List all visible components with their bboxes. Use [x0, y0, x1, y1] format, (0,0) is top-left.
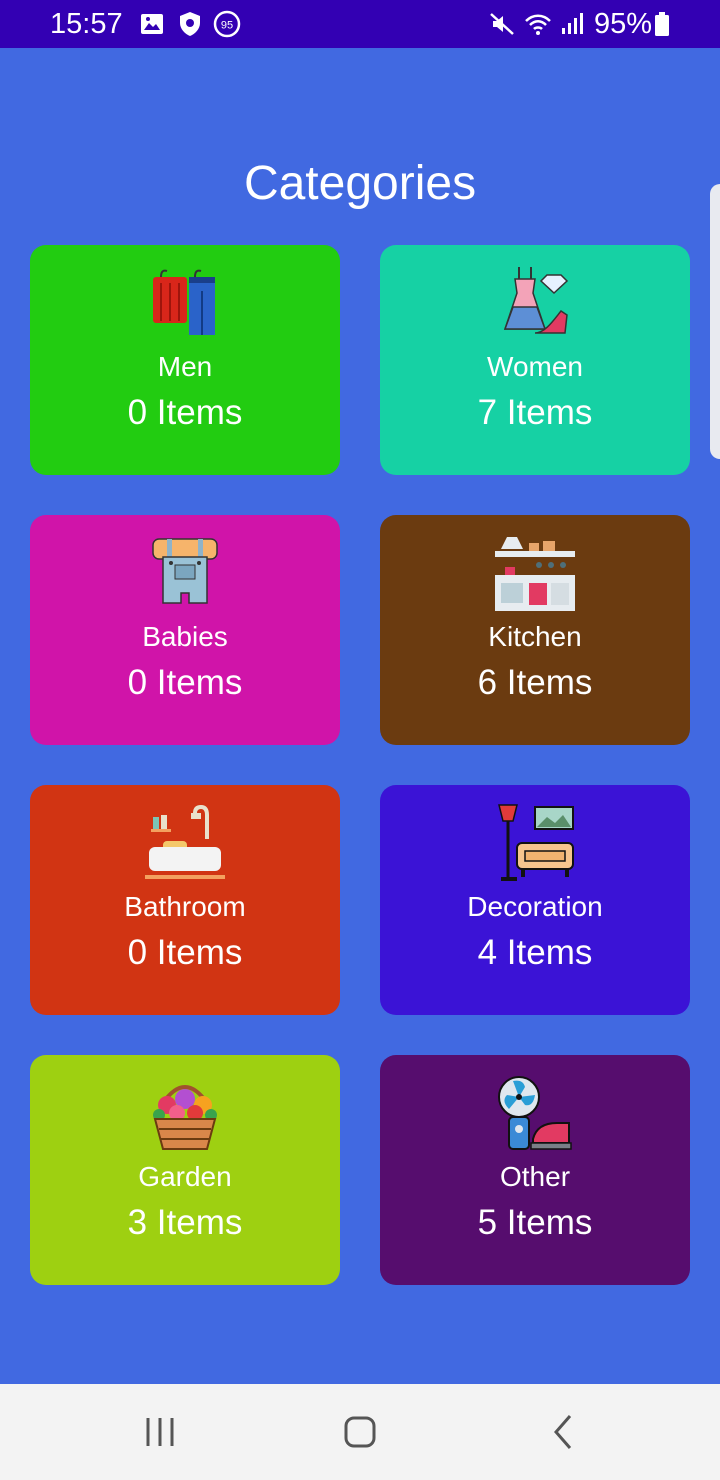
home-icon[interactable]	[330, 1402, 390, 1462]
dress-icon	[503, 267, 569, 334]
category-count: 3 Items	[127, 1203, 243, 1242]
status-time: 15:57	[50, 8, 123, 40]
baby-overalls-icon	[152, 538, 218, 604]
back-icon[interactable]	[532, 1402, 592, 1462]
recents-icon[interactable]	[130, 1402, 190, 1462]
category-card-kitchen[interactable]: Kitchen 6 Items	[380, 515, 690, 745]
category-count: 5 Items	[477, 1203, 593, 1242]
category-card-women[interactable]: Women 7 Items	[380, 245, 690, 475]
wifi-icon	[525, 14, 551, 35]
category-count: 7 Items	[477, 393, 593, 432]
lamp-sofa-icon	[498, 804, 574, 881]
category-name: Women	[487, 351, 583, 382]
gallery-icon	[141, 14, 163, 34]
mute-icon	[490, 13, 514, 35]
category-name: Garden	[138, 1161, 232, 1192]
category-name: Other	[499, 1161, 571, 1192]
category-count: 4 Items	[477, 933, 593, 972]
category-count: 0 Items	[127, 933, 243, 972]
fan-iron-icon	[498, 1076, 572, 1150]
battery-icon	[655, 12, 669, 36]
category-count: 0 Items	[127, 663, 243, 702]
notification-badge-text: 95	[221, 20, 233, 32]
category-card-bathroom[interactable]: Bathroom 0 Items	[30, 785, 340, 1015]
category-name: Babies	[142, 621, 228, 652]
category-card-babies[interactable]: Babies 0 Items	[30, 515, 340, 745]
category-card-men[interactable]: Men 0 Items	[30, 245, 340, 475]
category-name: Men	[157, 351, 213, 382]
category-name: Decoration	[467, 891, 603, 922]
category-count: 0 Items	[127, 393, 243, 432]
category-count: 6 Items	[477, 663, 593, 702]
clothes-rack-icon	[153, 269, 215, 335]
shield-icon	[180, 12, 200, 36]
flower-basket-icon	[153, 1085, 217, 1150]
category-name: Kitchen	[488, 621, 582, 652]
status-bar: 15:57 95 95%	[0, 0, 720, 48]
category-card-garden[interactable]: Garden 3 Items	[30, 1055, 340, 1285]
kitchen-icon	[495, 537, 575, 611]
battery-percent: 95%	[594, 8, 653, 40]
signal-icon	[562, 13, 583, 34]
category-name: Bathroom	[124, 891, 246, 922]
scroll-edge-indicator	[710, 184, 720, 459]
category-card-other[interactable]: Other 5 Items	[380, 1055, 690, 1285]
page-title: Categories	[243, 157, 477, 210]
category-card-decoration[interactable]: Decoration 4 Items	[380, 785, 690, 1015]
bathtub-icon	[145, 804, 225, 879]
navigation-bar	[0, 1384, 720, 1480]
notification-badge-icon: 95	[213, 10, 241, 38]
